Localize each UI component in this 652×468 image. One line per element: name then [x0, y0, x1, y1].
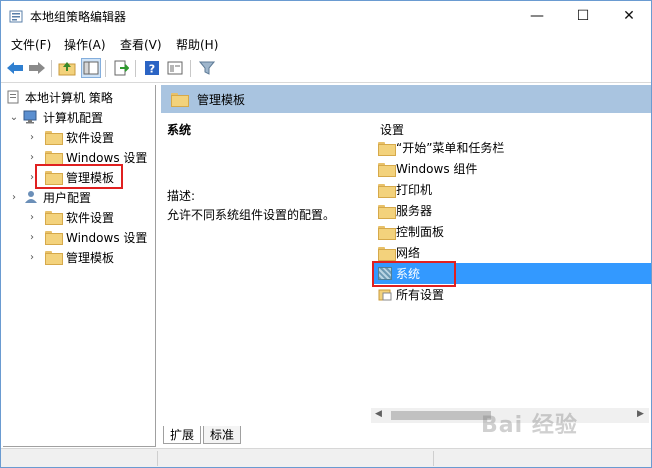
scroll-right-icon[interactable]: ▶: [637, 409, 644, 419]
folder-icon: [378, 162, 396, 177]
title-bar: 本地组策略编辑器 — ☐ ✕: [1, 1, 651, 31]
description-label: 描述:: [167, 189, 196, 203]
status-divider: [433, 451, 434, 466]
window-title: 本地组策略编辑器: [30, 10, 127, 24]
tree-item-user-admin-templates[interactable]: › 管理模板: [27, 247, 114, 267]
list-item[interactable]: 打印机: [372, 179, 651, 200]
all-settings-icon: [378, 289, 392, 301]
close-button[interactable]: ✕: [606, 1, 652, 31]
show-hide-tree-icon[interactable]: [81, 58, 101, 78]
toolbar-separator: [105, 60, 106, 77]
chevron-right-icon[interactable]: ›: [9, 192, 19, 203]
folder-icon: [45, 151, 63, 165]
chevron-down-icon[interactable]: ⌄: [9, 112, 19, 123]
column-header-settings[interactable]: 设置: [380, 121, 404, 138]
list-item-label: “开始”菜单和任务栏: [396, 141, 505, 155]
list-item[interactable]: 服务器: [372, 200, 651, 221]
chevron-right-icon[interactable]: ›: [27, 152, 37, 163]
forward-arrow-icon[interactable]: [27, 58, 47, 78]
tab-standard[interactable]: 标准: [203, 426, 242, 444]
settings-list: 设置 “开始”菜单和任务栏 Windows 组件 打印机 服务器 控制面板 网络…: [364, 113, 651, 424]
folder-icon: [45, 251, 63, 265]
chevron-right-icon[interactable]: ›: [27, 212, 37, 223]
tree-item-label: Windows 设置: [66, 150, 148, 165]
toolbar-separator: [51, 60, 52, 77]
tree-pane: 本地计算机 策略 ⌄ 计算机配置 › 软件设置 › Windows 设置 › 管…: [3, 85, 156, 447]
toolbar-divider: [1, 82, 651, 83]
list-item-label: 控制面板: [396, 225, 445, 239]
list-item[interactable]: Windows 组件: [372, 158, 651, 179]
policy-document-icon: [7, 90, 19, 104]
export-list-icon[interactable]: [111, 58, 131, 78]
tree-item-label: Windows 设置: [66, 230, 148, 245]
filter-icon[interactable]: [197, 58, 217, 78]
folder-icon: [45, 231, 63, 245]
menu-help[interactable]: 帮助(H): [176, 36, 218, 53]
details-header: 管理模板: [161, 85, 651, 113]
status-bar: [1, 448, 651, 467]
folder-icon: [45, 211, 63, 225]
menu-action[interactable]: 操作(A): [64, 36, 106, 53]
list-item[interactable]: “开始”菜单和任务栏: [372, 137, 651, 158]
tree-item-user-windows-settings[interactable]: › Windows 设置: [27, 227, 147, 247]
folder-icon: [378, 183, 396, 198]
tree-item-software-settings[interactable]: › 软件设置: [27, 127, 114, 147]
folder-icon: [45, 131, 63, 145]
list-item-label: 服务器: [396, 204, 433, 218]
tree-item-label: 软件设置: [66, 130, 115, 145]
window: 本地组策略编辑器 — ☐ ✕ 文件(F) 操作(A) 查看(V) 帮助(H) ?: [0, 0, 652, 468]
computer-icon: [23, 110, 37, 124]
menu-file[interactable]: 文件(F): [11, 36, 51, 53]
description-text: 允许不同系统组件设置的配置。: [167, 208, 336, 222]
tree-computer-config-label: 计算机配置: [43, 110, 104, 125]
maximize-button[interactable]: ☐: [560, 1, 606, 31]
chevron-right-icon[interactable]: ›: [27, 252, 37, 263]
folder-icon: [378, 204, 396, 219]
description-panel: 系统 描述: 允许不同系统组件设置的配置。: [161, 113, 364, 424]
list-item[interactable]: 所有设置: [372, 284, 651, 305]
scroll-left-icon[interactable]: ◀: [375, 409, 382, 419]
list-item-label: 网络: [396, 246, 421, 260]
folder-icon: [378, 246, 396, 261]
chevron-right-icon[interactable]: ›: [27, 132, 37, 143]
toolbar-separator: [190, 60, 191, 77]
folder-icon: [171, 93, 189, 107]
description-title: 系统: [167, 123, 192, 137]
menu-bar: 文件(F) 操作(A) 查看(V) 帮助(H): [1, 31, 651, 55]
tree-user-config[interactable]: › 用户配置: [9, 187, 91, 207]
tree-item-label: 管理模板: [66, 250, 115, 265]
list-item-label: 打印机: [396, 183, 433, 197]
highlight-box-admin-templates: [35, 164, 123, 189]
tree-item-label: 软件设置: [66, 210, 115, 225]
tree-item-user-software-settings[interactable]: › 软件设置: [27, 207, 114, 227]
chevron-right-icon[interactable]: ›: [27, 232, 37, 243]
tree-computer-config[interactable]: ⌄ 计算机配置: [9, 107, 103, 127]
details-header-title: 管理模板: [197, 92, 246, 107]
tree-root-label: 本地计算机 策略: [25, 90, 113, 105]
menu-view[interactable]: 查看(V): [120, 36, 162, 53]
status-divider: [157, 451, 158, 466]
tree-user-config-label: 用户配置: [43, 190, 92, 205]
list-item[interactable]: 控制面板: [372, 221, 651, 242]
user-icon: [25, 191, 37, 203]
toolbar-separator: [135, 60, 136, 77]
scrollbar-thumb[interactable]: [391, 411, 491, 420]
back-arrow-icon[interactable]: [5, 58, 25, 78]
folder-icon: [378, 141, 396, 156]
help-icon[interactable]: ?: [142, 58, 162, 78]
tree-root[interactable]: 本地计算机 策略: [6, 87, 113, 107]
details-pane: 管理模板 系统 描述: 允许不同系统组件设置的配置。 设置 “开始”菜单和任务栏…: [161, 85, 651, 424]
svg-text:?: ?: [149, 63, 155, 76]
baidu-watermark: Bai 经验: [481, 413, 578, 438]
folder-icon: [378, 225, 396, 240]
list-item-label: 所有设置: [396, 288, 445, 302]
list-item[interactable]: 网络: [372, 242, 651, 263]
list-item-label: Windows 组件: [396, 162, 478, 176]
up-folder-icon[interactable]: [57, 58, 77, 78]
properties-icon[interactable]: [165, 58, 185, 78]
policy-editor-app-icon: [9, 10, 23, 23]
toolbar: ?: [1, 55, 651, 82]
tab-extended[interactable]: 扩展: [163, 426, 202, 444]
minimize-button[interactable]: —: [514, 1, 560, 31]
